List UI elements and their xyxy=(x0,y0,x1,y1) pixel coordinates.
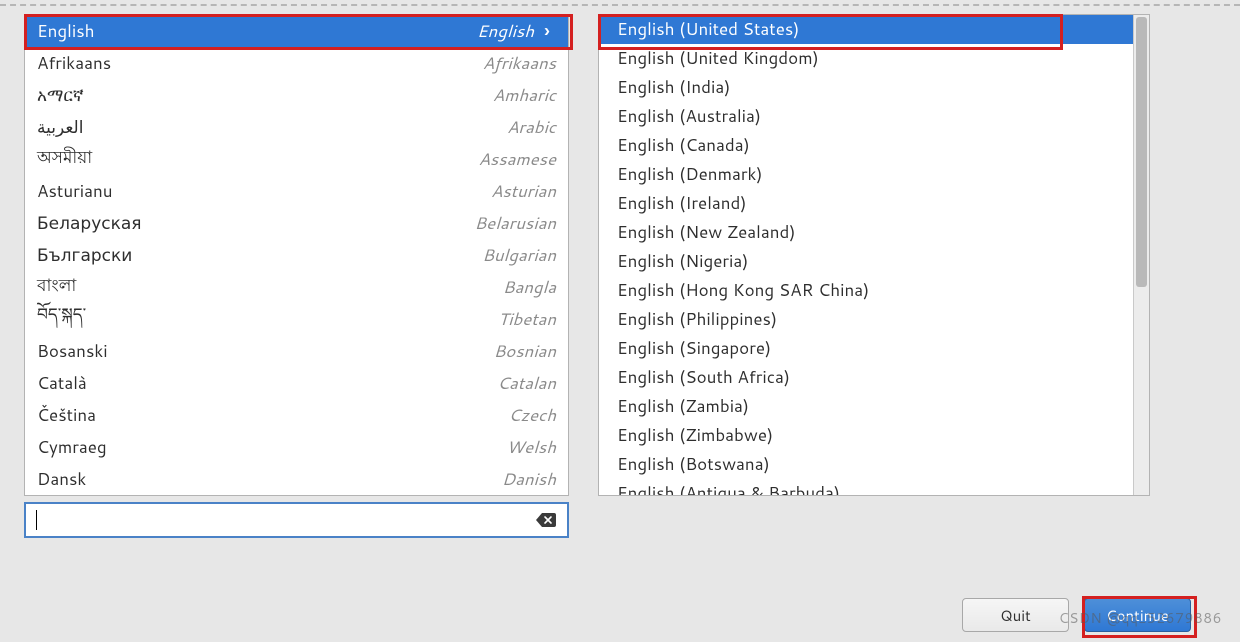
locale-item[interactable]: English (Botswana) xyxy=(599,450,1133,479)
language-item[interactable]: བོད་སྐད་Tibetan xyxy=(25,303,568,335)
search-input[interactable] xyxy=(41,509,535,531)
language-native-label: Български xyxy=(37,243,132,267)
language-native-label: অসমীয়া xyxy=(37,145,92,173)
language-item[interactable]: Asturianu Asturian xyxy=(25,175,568,207)
language-native-label: Čeština xyxy=(37,403,96,427)
locale-item[interactable]: English (Zimbabwe) xyxy=(599,421,1133,450)
language-english-label: Amharic xyxy=(493,83,556,107)
language-english-label: Tibetan xyxy=(498,307,556,331)
language-english-label: Asturian xyxy=(491,179,556,203)
language-native-label: Català xyxy=(37,371,87,395)
language-item[interactable]: Čeština Czech xyxy=(25,399,568,431)
chevron-right-icon: › xyxy=(538,19,556,43)
language-search[interactable] xyxy=(24,502,569,538)
locale-item[interactable]: English (Philippines) xyxy=(599,305,1133,334)
language-item[interactable]: অসমীয়া Assamese xyxy=(25,143,568,175)
locale-item[interactable]: English (Nigeria) xyxy=(599,247,1133,276)
language-item[interactable]: አማርኛ Amharic xyxy=(25,79,568,111)
quit-button[interactable]: Quit xyxy=(962,598,1069,632)
language-item[interactable]: العربية Arabic xyxy=(25,111,568,143)
language-native-label: བོད་སྐད་ xyxy=(37,295,86,343)
locale-item[interactable]: English (South Africa) xyxy=(599,363,1133,392)
language-item[interactable]: Català Catalan xyxy=(25,367,568,399)
language-native-label: Afrikaans xyxy=(37,51,111,75)
locale-item[interactable]: English (United States) xyxy=(599,15,1133,44)
locale-item[interactable]: English (Singapore) xyxy=(599,334,1133,363)
language-native-label: Asturianu xyxy=(37,179,113,203)
clear-input-icon[interactable] xyxy=(535,511,557,529)
panel-divider xyxy=(0,4,1240,6)
locale-item[interactable]: English (United Kingdom) xyxy=(599,44,1133,73)
language-item[interactable]: Български Bulgarian xyxy=(25,239,568,271)
language-english-label: Afrikaans xyxy=(483,51,556,75)
locale-item[interactable]: English (India) xyxy=(599,73,1133,102)
language-english-label: Arabic xyxy=(507,115,556,139)
language-native-label: English xyxy=(37,19,95,43)
locale-item[interactable]: English (Denmark) xyxy=(599,160,1133,189)
scrollbar-thumb[interactable] xyxy=(1136,17,1147,287)
language-native-label: Bosanski xyxy=(37,339,108,363)
language-english-label: Belarusian xyxy=(474,211,556,235)
language-item[interactable]: Dansk Danish xyxy=(25,463,568,495)
language-native-label: Cymraeg xyxy=(37,435,107,459)
language-native-label: العربية xyxy=(37,115,83,139)
locale-item[interactable]: English (Antigua & Barbuda) xyxy=(599,479,1133,496)
locale-item[interactable]: English (Australia) xyxy=(599,102,1133,131)
language-item[interactable]: Cymraeg Welsh xyxy=(25,431,568,463)
language-english-label: Bosnian xyxy=(493,339,556,363)
language-native-label: Dansk xyxy=(37,467,86,491)
language-english-label: English xyxy=(477,19,534,43)
language-item[interactable]: Беларуская Belarusian xyxy=(25,207,568,239)
language-english-label: Danish xyxy=(502,467,556,491)
language-item[interactable]: Afrikaans Afrikaans xyxy=(25,47,568,79)
text-caret xyxy=(36,510,37,530)
locale-item[interactable]: English (New Zealand) xyxy=(599,218,1133,247)
locale-item[interactable]: English (Zambia) xyxy=(599,392,1133,421)
language-item[interactable]: Bosanski Bosnian xyxy=(25,335,568,367)
locale-scrollbar[interactable] xyxy=(1133,15,1149,495)
language-item[interactable]: EnglishEnglish› xyxy=(25,15,568,47)
language-native-label: አማርኛ xyxy=(37,83,84,107)
language-list[interactable]: EnglishEnglish›AfrikaansAfrikaansአማርኛAmh… xyxy=(24,14,569,496)
language-english-label: Bangla xyxy=(503,275,556,299)
language-english-label: Czech xyxy=(508,403,556,427)
locale-item[interactable]: English (Hong Kong SAR China) xyxy=(599,276,1133,305)
language-english-label: Bulgarian xyxy=(482,243,556,267)
locale-list[interactable]: English (United States)English (United K… xyxy=(598,14,1150,496)
language-english-label: Catalan xyxy=(497,371,556,395)
locale-item[interactable]: English (Ireland) xyxy=(599,189,1133,218)
language-item[interactable]: বাংলাBangla xyxy=(25,271,568,303)
locale-item[interactable]: English (Canada) xyxy=(599,131,1133,160)
continue-button[interactable]: Continue xyxy=(1084,598,1191,632)
language-english-label: Welsh xyxy=(506,435,556,459)
language-english-label: Assamese xyxy=(478,147,556,171)
language-native-label: Беларуская xyxy=(37,211,142,235)
